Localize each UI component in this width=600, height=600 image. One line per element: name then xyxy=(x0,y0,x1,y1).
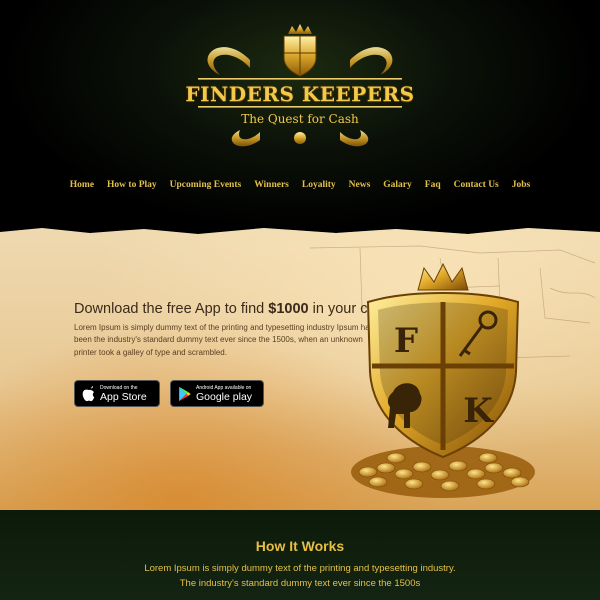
main-nav: Home How to Play Upcoming Events Winners… xyxy=(0,180,600,190)
site-header: FINDERS KEEPERS The Quest for Cash Home … xyxy=(0,0,600,232)
nav-how-to-play[interactable]: How to Play xyxy=(107,180,157,190)
shield-letter-k: K xyxy=(463,391,494,431)
finders-keepers-logo[interactable]: FINDERS KEEPERS The Quest for Cash xyxy=(180,20,420,160)
shield-with-coins-illustration: F K xyxy=(351,262,535,498)
brand-subtitle: The Quest for Cash xyxy=(241,112,359,126)
nav-winners[interactable]: Winners xyxy=(254,180,289,190)
nav-contact-us[interactable]: Contact Us xyxy=(454,180,499,190)
how-it-works-section: How It Works Lorem Ipsum is simply dummy… xyxy=(0,510,600,600)
nav-news[interactable]: News xyxy=(349,180,371,190)
google-play-icon xyxy=(179,386,191,402)
hero-title-amount: $1000 xyxy=(268,301,309,317)
shield-letter-f: F xyxy=(394,321,418,361)
nav-home[interactable]: Home xyxy=(70,180,94,190)
nav-loyality[interactable]: Loyality xyxy=(302,180,336,190)
apple-icon xyxy=(82,386,95,402)
how-it-works-text-line-1: Lorem Ipsum is simply dummy text of the … xyxy=(144,563,456,574)
nav-galary[interactable]: Galary xyxy=(383,180,412,190)
nav-faq[interactable]: Faq xyxy=(425,180,441,190)
google-play-label: Google play xyxy=(196,391,253,403)
app-store-label: App Store xyxy=(100,391,147,403)
hero-title-prefix: Download the free App to find xyxy=(74,301,269,317)
hero-description: Lorem Ipsum is simply dummy text of the … xyxy=(74,323,374,357)
google-play-button[interactable]: Android App available on Google play xyxy=(170,380,264,407)
nav-jobs[interactable]: Jobs xyxy=(512,180,530,190)
hero-section: Download the free App to find $1000 in y… xyxy=(0,228,600,510)
how-it-works-title: How It Works xyxy=(255,538,345,554)
brand-title: FINDERS KEEPERS xyxy=(185,82,415,106)
hero-title: Download the free App to find $1000 in y… xyxy=(74,301,382,317)
app-store-button[interactable]: Download on the App Store xyxy=(74,380,160,407)
how-it-works-text-line-2: The industry's standard dummy text ever … xyxy=(179,578,421,589)
nav-upcoming-events[interactable]: Upcoming Events xyxy=(170,180,242,190)
